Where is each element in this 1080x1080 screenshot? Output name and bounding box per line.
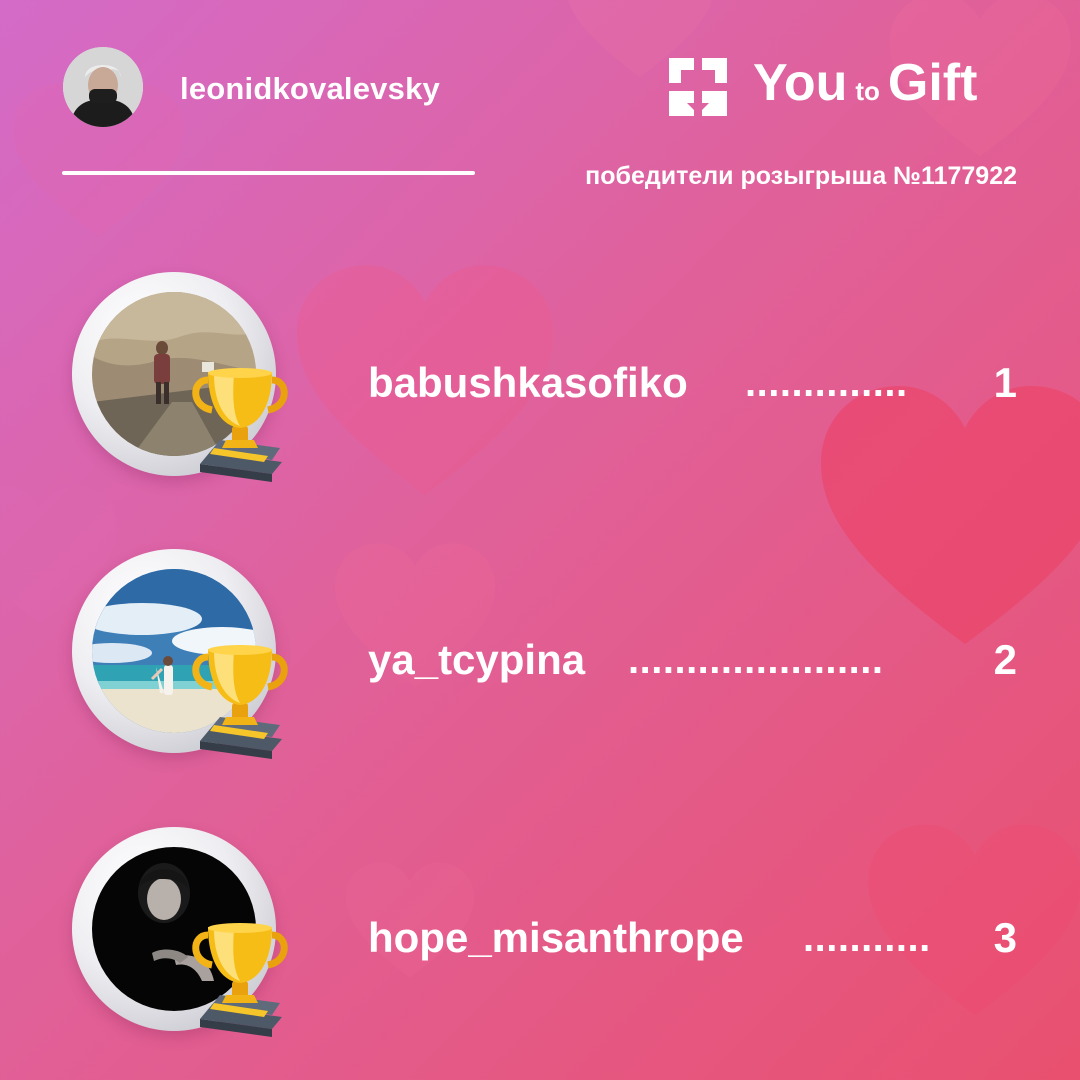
organizer-username[interactable]: leonidkovalevsky <box>180 70 440 108</box>
winner-rank: 3 <box>993 914 1017 961</box>
winner-row: babushkasofiko .............. 1 <box>0 272 1080 482</box>
winner-row: ya_tcypina ...................... 2 <box>0 549 1080 759</box>
logo-word-to: to <box>855 76 880 106</box>
winner-username[interactable]: ya_tcypina <box>368 635 585 685</box>
logo-word-gift: Gift <box>887 54 978 112</box>
winner-username[interactable]: hope_misanthrope <box>368 913 744 963</box>
dot-leader: ...................... <box>628 638 884 682</box>
organizer-avatar[interactable] <box>63 47 143 127</box>
logo-word-you: You <box>753 54 848 112</box>
winner-rank: 2 <box>993 636 1017 683</box>
winner-row: hope_misanthrope ........... 3 <box>0 827 1080 1037</box>
giveaway-subtitle: победители розыгрыша №1177922 <box>585 162 1017 190</box>
logo-wordmark: You to Gift <box>753 48 977 126</box>
trophy-icon <box>192 645 288 759</box>
header-divider <box>62 171 475 175</box>
trophy-icon <box>192 923 288 1037</box>
winner-rank: 1 <box>993 359 1017 406</box>
trophy-icon <box>192 368 288 482</box>
youtogift-logo: You to Gift <box>665 52 977 122</box>
gift-box-icon <box>669 58 727 116</box>
dot-leader: ........... <box>803 916 931 960</box>
winner-username[interactable]: babushkasofiko <box>368 358 688 408</box>
dot-leader: .............. <box>745 361 908 405</box>
